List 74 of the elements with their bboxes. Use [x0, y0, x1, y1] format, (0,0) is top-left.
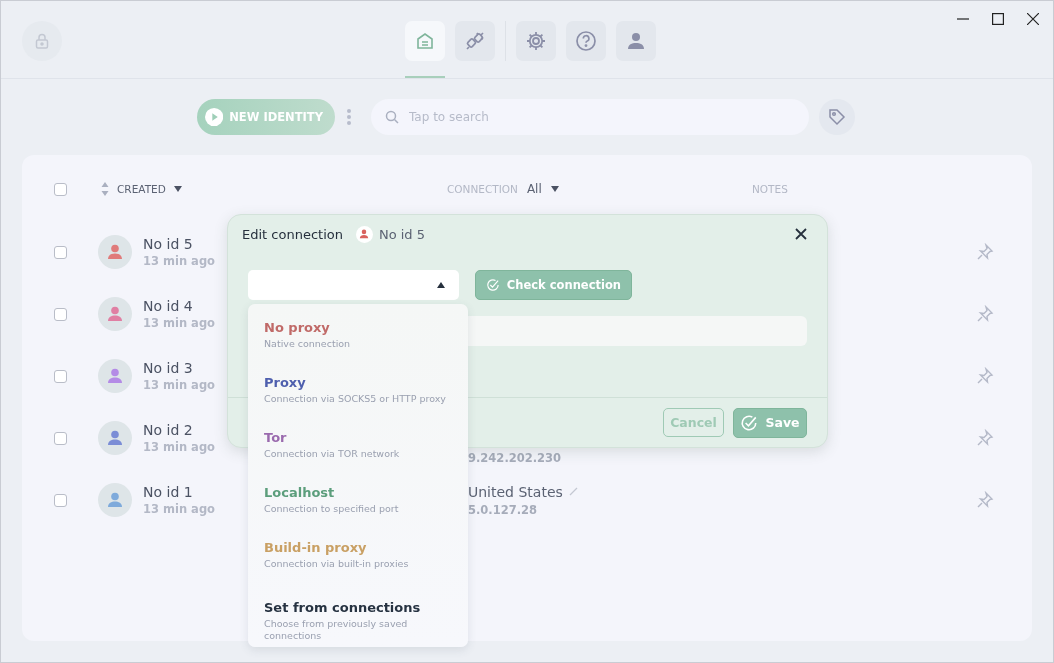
- option-description: Native connection: [264, 338, 352, 350]
- option-description: Connection to specified port: [264, 503, 400, 515]
- identity-name[interactable]: No id 3: [143, 360, 193, 376]
- ip-address: 9.242.202.230: [468, 451, 562, 465]
- option-name: Build-in proxy: [264, 540, 368, 555]
- option-name: Proxy: [264, 375, 307, 390]
- option-description: Connection via TOR network: [264, 448, 401, 460]
- more-icon[interactable]: [346, 108, 352, 126]
- identity-name[interactable]: No id 1: [143, 484, 193, 500]
- identity-name[interactable]: No id 4: [143, 298, 193, 314]
- user-icon: [625, 31, 646, 51]
- created-time: 13 min ago: [143, 378, 215, 392]
- tag-button[interactable]: [819, 99, 855, 135]
- row-checkbox[interactable]: [54, 307, 67, 321]
- menu-option[interactable]: Localhost Connection to specified port: [256, 485, 460, 535]
- option-description: Choose from previously saved connections: [264, 618, 409, 642]
- pin-icon[interactable]: [976, 367, 994, 385]
- option-name: No proxy: [264, 320, 331, 335]
- column-header[interactable]: CREATED: [117, 183, 166, 195]
- created-time: 13 min ago: [143, 316, 215, 330]
- created-time: 13 min ago: [143, 440, 215, 454]
- lock-button[interactable]: [22, 21, 62, 61]
- check-circle-icon: [486, 277, 500, 293]
- select-all-checkbox[interactable]: [54, 182, 67, 196]
- play-icon: [205, 107, 224, 127]
- option-name: Set from connections: [264, 600, 422, 615]
- close-icon[interactable]: [795, 228, 807, 240]
- row-checkbox[interactable]: [54, 369, 67, 383]
- help-icon: [574, 30, 597, 52]
- nav-tab[interactable]: [615, 21, 656, 61]
- created-time: 13 min ago: [143, 254, 215, 268]
- column-header: CONNECTION: [447, 183, 518, 195]
- created-time: 13 min ago: [143, 502, 215, 516]
- pin-icon[interactable]: [976, 243, 994, 261]
- caret-icon[interactable]: [550, 186, 559, 192]
- lock-icon: [35, 33, 49, 49]
- identity-name: No id 5: [378, 226, 425, 242]
- column-header: NOTES: [752, 183, 788, 195]
- menu-option[interactable]: Proxy Connection via SOCKS5 or HTTP proxy: [256, 375, 460, 425]
- close-icon[interactable]: [1027, 13, 1039, 25]
- search-icon: [385, 110, 399, 124]
- option-name: Localhost: [264, 485, 336, 500]
- identity-name[interactable]: No id 2: [143, 422, 193, 438]
- pin-icon[interactable]: [976, 305, 994, 323]
- option-description: Connection via SOCKS5 or HTTP proxy: [264, 393, 447, 405]
- tag-icon: [828, 108, 846, 126]
- ip-address: 5.0.127.28: [468, 502, 538, 517]
- nav-tab[interactable]: [565, 21, 606, 61]
- settings-icon: [524, 30, 547, 52]
- pencil-icon[interactable]: [568, 487, 578, 496]
- option-name: Tor: [264, 430, 288, 445]
- caret-icon[interactable]: [173, 186, 182, 192]
- connection-filter[interactable]: All: [526, 182, 542, 196]
- nav-tab[interactable]: [454, 21, 495, 61]
- connection-type-select[interactable]: [248, 270, 459, 300]
- caret-icon: [437, 282, 445, 288]
- maximize-icon[interactable]: [992, 13, 1004, 25]
- dialog-title: Edit connection: [242, 226, 343, 242]
- country-name: United States: [468, 483, 563, 500]
- pin-icon[interactable]: [976, 429, 994, 447]
- home-icon: [414, 31, 435, 51]
- menu-option[interactable]: Set from connections Choose from previously saved connections: [256, 600, 460, 650]
- check-circle-icon: [740, 413, 759, 432]
- nav-tab[interactable]: [515, 21, 556, 61]
- row-checkbox[interactable]: [54, 245, 67, 259]
- identity-name[interactable]: No id 5: [143, 236, 193, 252]
- option-description: Connection via built-in proxies: [264, 558, 410, 570]
- sort-icon[interactable]: [101, 181, 109, 197]
- menu-option[interactable]: No proxy Native connection: [256, 320, 460, 370]
- row-checkbox[interactable]: [54, 493, 67, 507]
- pin-icon[interactable]: [976, 491, 994, 509]
- menu-option[interactable]: Tor Connection via TOR network: [256, 430, 460, 480]
- row-checkbox[interactable]: [54, 431, 67, 445]
- search-field[interactable]: Tap to search: [371, 99, 809, 135]
